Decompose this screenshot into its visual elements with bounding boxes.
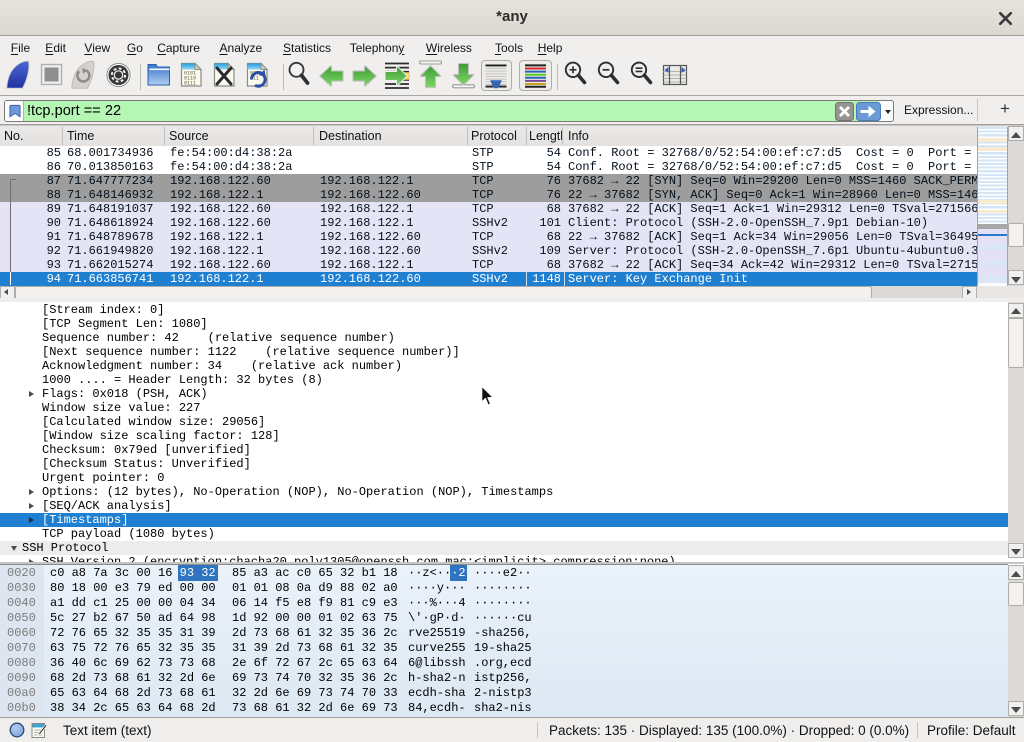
svg-text:0111: 0111 — [184, 81, 196, 87]
